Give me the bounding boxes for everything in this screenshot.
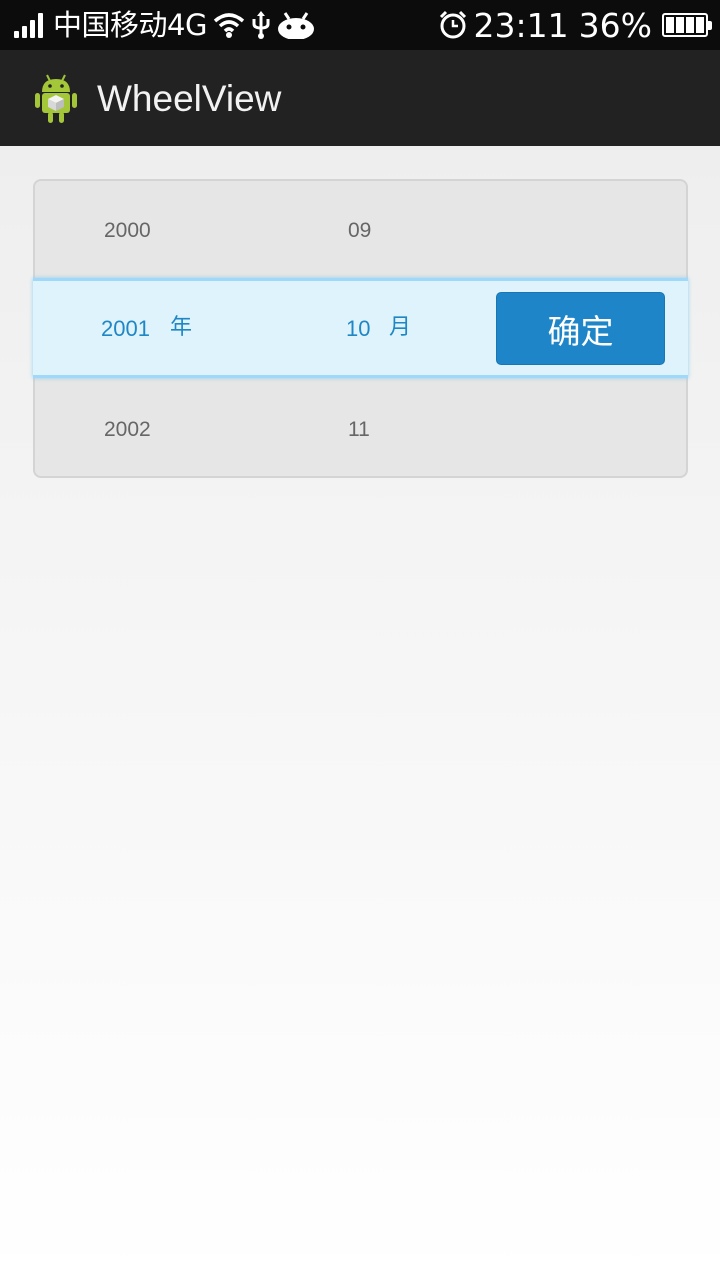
app-title: WheelView [97,78,282,119]
month-option[interactable]: 09 [348,219,371,243]
year-unit-label: 年 [170,315,193,340]
year-option[interactable]: 2002 [104,418,151,442]
alarm-icon [438,10,468,40]
status-time: 23:11 [473,5,569,45]
wheel-selection-band: 2001 年 10 月 确定 [33,278,688,378]
wifi-icon [213,11,245,39]
confirm-button[interactable]: 确定 [496,292,665,365]
action-bar: WheelView [0,50,720,146]
usb-icon [251,11,271,39]
wheel-row-above[interactable]: 2000 09 [35,181,686,281]
wheel-row-below[interactable]: 2002 11 [35,380,686,480]
month-unit-label: 月 [389,315,412,340]
android-app-icon [34,72,78,124]
status-bar-left: 中国移动4G [14,6,315,44]
status-bar-right: 23:11 36% [432,5,712,45]
battery-percent: 36% [578,5,652,45]
month-option[interactable]: 11 [348,418,370,442]
signal-icon [14,12,43,38]
battery-icon [662,13,712,37]
year-option[interactable]: 2000 [104,219,151,243]
carrier-label: 中国移动4G [53,7,207,42]
status-bar: 中国移动4G 23:11 36% [0,0,720,50]
android-notification-icon [277,11,315,39]
selected-year[interactable]: 2001 [101,317,150,341]
selected-month[interactable]: 10 [346,317,370,341]
